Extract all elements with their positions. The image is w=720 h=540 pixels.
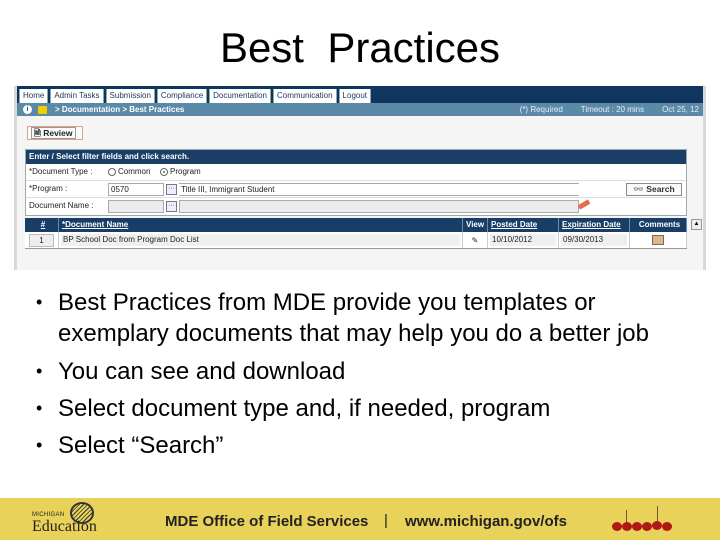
info-icon[interactable]: i [23, 105, 32, 114]
michigan-education-logo: MICHIGAN Education [32, 502, 102, 536]
review-button[interactable]: 🗎 Review [27, 126, 83, 140]
help-book-icon[interactable] [38, 105, 47, 114]
grid-header: # *Document Name View Posted Date Expira… [25, 218, 687, 232]
document-name-input[interactable] [108, 200, 164, 213]
col-view: View [463, 218, 488, 232]
date-text: Oct 25, 12 [662, 105, 699, 114]
binoculars-icon: 👓 [633, 184, 644, 194]
nav-tab-compliance[interactable]: Compliance [156, 89, 208, 103]
footer-url: www.michigan.gov/ofs [405, 513, 567, 530]
nav-tab-admin-tasks[interactable]: Admin Tasks [50, 89, 104, 103]
footer-banner: MICHIGAN Education MDE Office of Field S… [0, 498, 720, 540]
cherries-icon [612, 506, 674, 534]
comment-icon[interactable] [652, 235, 664, 245]
document-name-label: Document Name : [29, 201, 94, 210]
filter-panel: Enter / Select filter fields and click s… [25, 149, 687, 216]
document-name-cell: BP School Doc from Program Doc List [61, 234, 460, 246]
filter-header: Enter / Select filter fields and click s… [26, 150, 686, 164]
nav-tab-submission[interactable]: Submission [105, 89, 155, 103]
document-type-label: *Document Type : [29, 167, 93, 176]
office-name: MDE Office of Field Services [165, 513, 369, 530]
col-expiration-date[interactable]: Expiration Date [559, 218, 630, 232]
bullet-item: You can see and download [36, 353, 706, 390]
footer-separator: | [384, 512, 388, 529]
radio-common[interactable]: Common [108, 167, 150, 176]
col-number[interactable]: # [25, 218, 59, 232]
table-row[interactable]: 1 BP School Doc from Program Doc List ✎ … [25, 232, 687, 249]
bullet-item: Select “Search” [36, 427, 706, 464]
bullet-item: Select document type and, if needed, pro… [36, 390, 706, 427]
radio-program[interactable]: Program [160, 167, 201, 176]
row-number: 1 [29, 234, 54, 247]
slide-title: Best Practices [219, 24, 501, 71]
app-screenshot: Home Admin Tasks Submission Compliance D… [14, 86, 706, 270]
nav-tab-communication[interactable]: Communication [272, 89, 337, 103]
col-comments: Comments [630, 218, 687, 232]
bullet-list: Best Practices from MDE provide you temp… [36, 287, 706, 464]
program-name-field: Title III, Immigrant Student [179, 183, 579, 196]
scroll-up-button[interactable]: ▲ [691, 219, 702, 230]
nav-tab-home[interactable]: Home [19, 89, 49, 103]
nav-tab-documentation[interactable]: Documentation [209, 89, 271, 103]
posted-date-cell: 10/10/2012 [490, 234, 556, 246]
program-code-input[interactable]: 0570 [108, 183, 164, 196]
view-pencil-icon[interactable]: ✎ [463, 232, 488, 248]
required-note: (*) Required [519, 105, 563, 114]
results-grid: # *Document Name View Posted Date Expira… [25, 218, 702, 249]
breadcrumb-bar: i > Documentation > Best Practices (*) R… [17, 103, 703, 116]
program-lookup-button[interactable]: ··· [166, 184, 177, 195]
document-name-display [179, 200, 579, 213]
document-lookup-button[interactable]: ··· [166, 201, 177, 212]
nav-bar: Home Admin Tasks Submission Compliance D… [17, 86, 703, 103]
col-posted-date[interactable]: Posted Date [488, 218, 559, 232]
nav-tab-logout[interactable]: Logout [338, 89, 372, 103]
breadcrumb: > Documentation > Best Practices [55, 105, 185, 114]
program-label: *Program : [29, 184, 68, 193]
expiration-date-cell: 09/30/2013 [561, 234, 627, 246]
search-button[interactable]: 👓 Search [626, 183, 682, 196]
col-document-name[interactable]: *Document Name [59, 218, 463, 232]
timeout-text: Timeout : 20 mins [580, 105, 645, 114]
document-icon: 🗎 [34, 128, 41, 138]
bullet-item: Best Practices from MDE provide you temp… [36, 287, 706, 349]
